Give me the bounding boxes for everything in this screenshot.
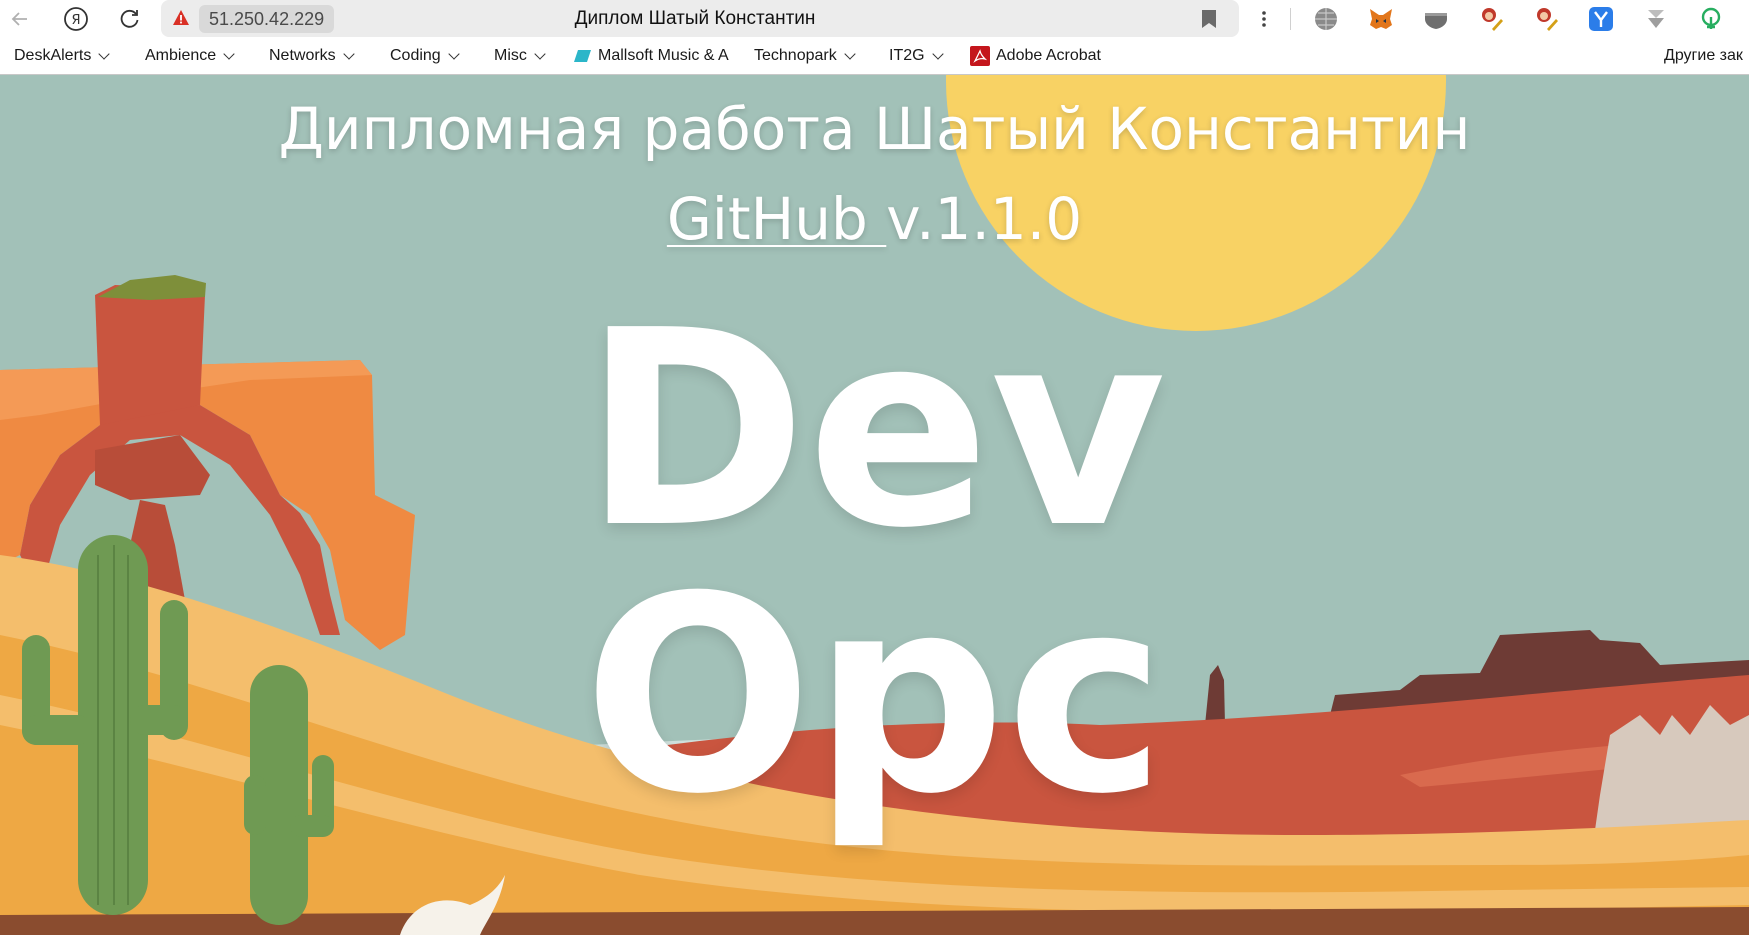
- bookmark-folder-networks[interactable]: Networks: [269, 38, 355, 74]
- chevron-down-icon: [844, 47, 856, 60]
- bookmark-icon[interactable]: [1200, 9, 1218, 29]
- yandex-extension-icon[interactable]: [1587, 5, 1615, 33]
- bookmark-label: DeskAlerts: [14, 47, 92, 64]
- chevron-down-icon: [931, 47, 944, 60]
- hero-text-line-1: Dev: [582, 272, 1167, 587]
- back-arrow-icon: [11, 12, 27, 26]
- yandex-home-button[interactable]: Я: [60, 3, 92, 35]
- bookmark-label: Ambience: [145, 47, 217, 64]
- bookmark-link-adobe-acrobat[interactable]: Adobe Acrobat: [970, 38, 1101, 74]
- bookmark-folder-misc[interactable]: Misc: [494, 38, 546, 74]
- yandex-logo-icon: Я: [64, 7, 88, 31]
- bookmark-label: Coding: [390, 47, 441, 64]
- chevron-down-icon: [343, 47, 355, 60]
- reload-button[interactable]: [114, 3, 146, 35]
- bookmarks-bar: DeskAlerts Ambience Networks Coding Misc…: [0, 38, 1749, 75]
- download-extension-icon[interactable]: [1642, 5, 1670, 33]
- browser-toolbar: Я 51.250.42.229 Диплом Шатый Константин: [0, 0, 1749, 38]
- security-warning-icon[interactable]: [172, 9, 190, 27]
- bookmark-folder-coding[interactable]: Coding: [390, 38, 460, 74]
- other-bookmarks-label: Другие зак: [1664, 47, 1743, 64]
- profile-extension-icon[interactable]: [1477, 5, 1505, 33]
- chevron-down-icon: [98, 47, 111, 60]
- globe-icon[interactable]: [1312, 5, 1340, 33]
- bookmark-label: IT2G: [889, 47, 925, 64]
- bookmark-label: Adobe Acrobat: [996, 47, 1101, 64]
- mallsoft-icon: [574, 50, 591, 62]
- shield-extension-icon[interactable]: [1422, 5, 1450, 33]
- chevron-down-icon: [448, 47, 460, 60]
- other-bookmarks-folder[interactable]: Другие зак: [1664, 38, 1749, 74]
- svg-text:Я: Я: [71, 13, 80, 28]
- bookmark-folder-technopark[interactable]: Technopark: [754, 38, 856, 74]
- kebab-menu-icon: [1262, 11, 1266, 27]
- toolbar-divider: [1290, 8, 1291, 30]
- page-tab-title: Диплом Шатый Константин: [574, 8, 816, 29]
- metamask-fox-icon[interactable]: [1367, 5, 1395, 33]
- bookmark-label: Technopark: [754, 47, 837, 64]
- bookmark-label: Misc: [494, 47, 527, 64]
- page-content: Дипломная работа Шатый Константин GitHub…: [0, 75, 1749, 935]
- adobe-acrobat-icon: [970, 46, 990, 66]
- github-link[interactable]: GitHub: [667, 185, 886, 253]
- version-label: v.1.1.0: [886, 185, 1083, 253]
- page-title: Дипломная работа Шатый Константин: [278, 95, 1471, 163]
- subtitle-line: GitHub v.1.1.0: [0, 185, 1749, 253]
- profile-extension-icon-2[interactable]: [1532, 5, 1560, 33]
- more-menu-button[interactable]: [1248, 3, 1280, 35]
- bookmark-label: Networks: [269, 47, 336, 64]
- reload-icon: [120, 9, 139, 28]
- chevron-down-icon: [534, 47, 546, 60]
- bookmark-folder-it2g[interactable]: IT2G: [889, 38, 944, 74]
- url-text[interactable]: 51.250.42.229: [199, 5, 335, 33]
- bookmark-folder-ambience[interactable]: Ambience: [145, 38, 235, 74]
- bookmark-label: Mallsoft Music & A: [598, 47, 729, 64]
- bookmark-folder-deskalerts[interactable]: DeskAlerts: [14, 38, 111, 74]
- chevron-down-icon: [223, 47, 235, 60]
- back-button[interactable]: [4, 3, 36, 35]
- bookmark-link-mallsoft[interactable]: Mallsoft Music & A: [574, 38, 734, 74]
- hero-text-line-2: Opc: [583, 538, 1166, 853]
- green-extension-icon[interactable]: [1697, 5, 1725, 33]
